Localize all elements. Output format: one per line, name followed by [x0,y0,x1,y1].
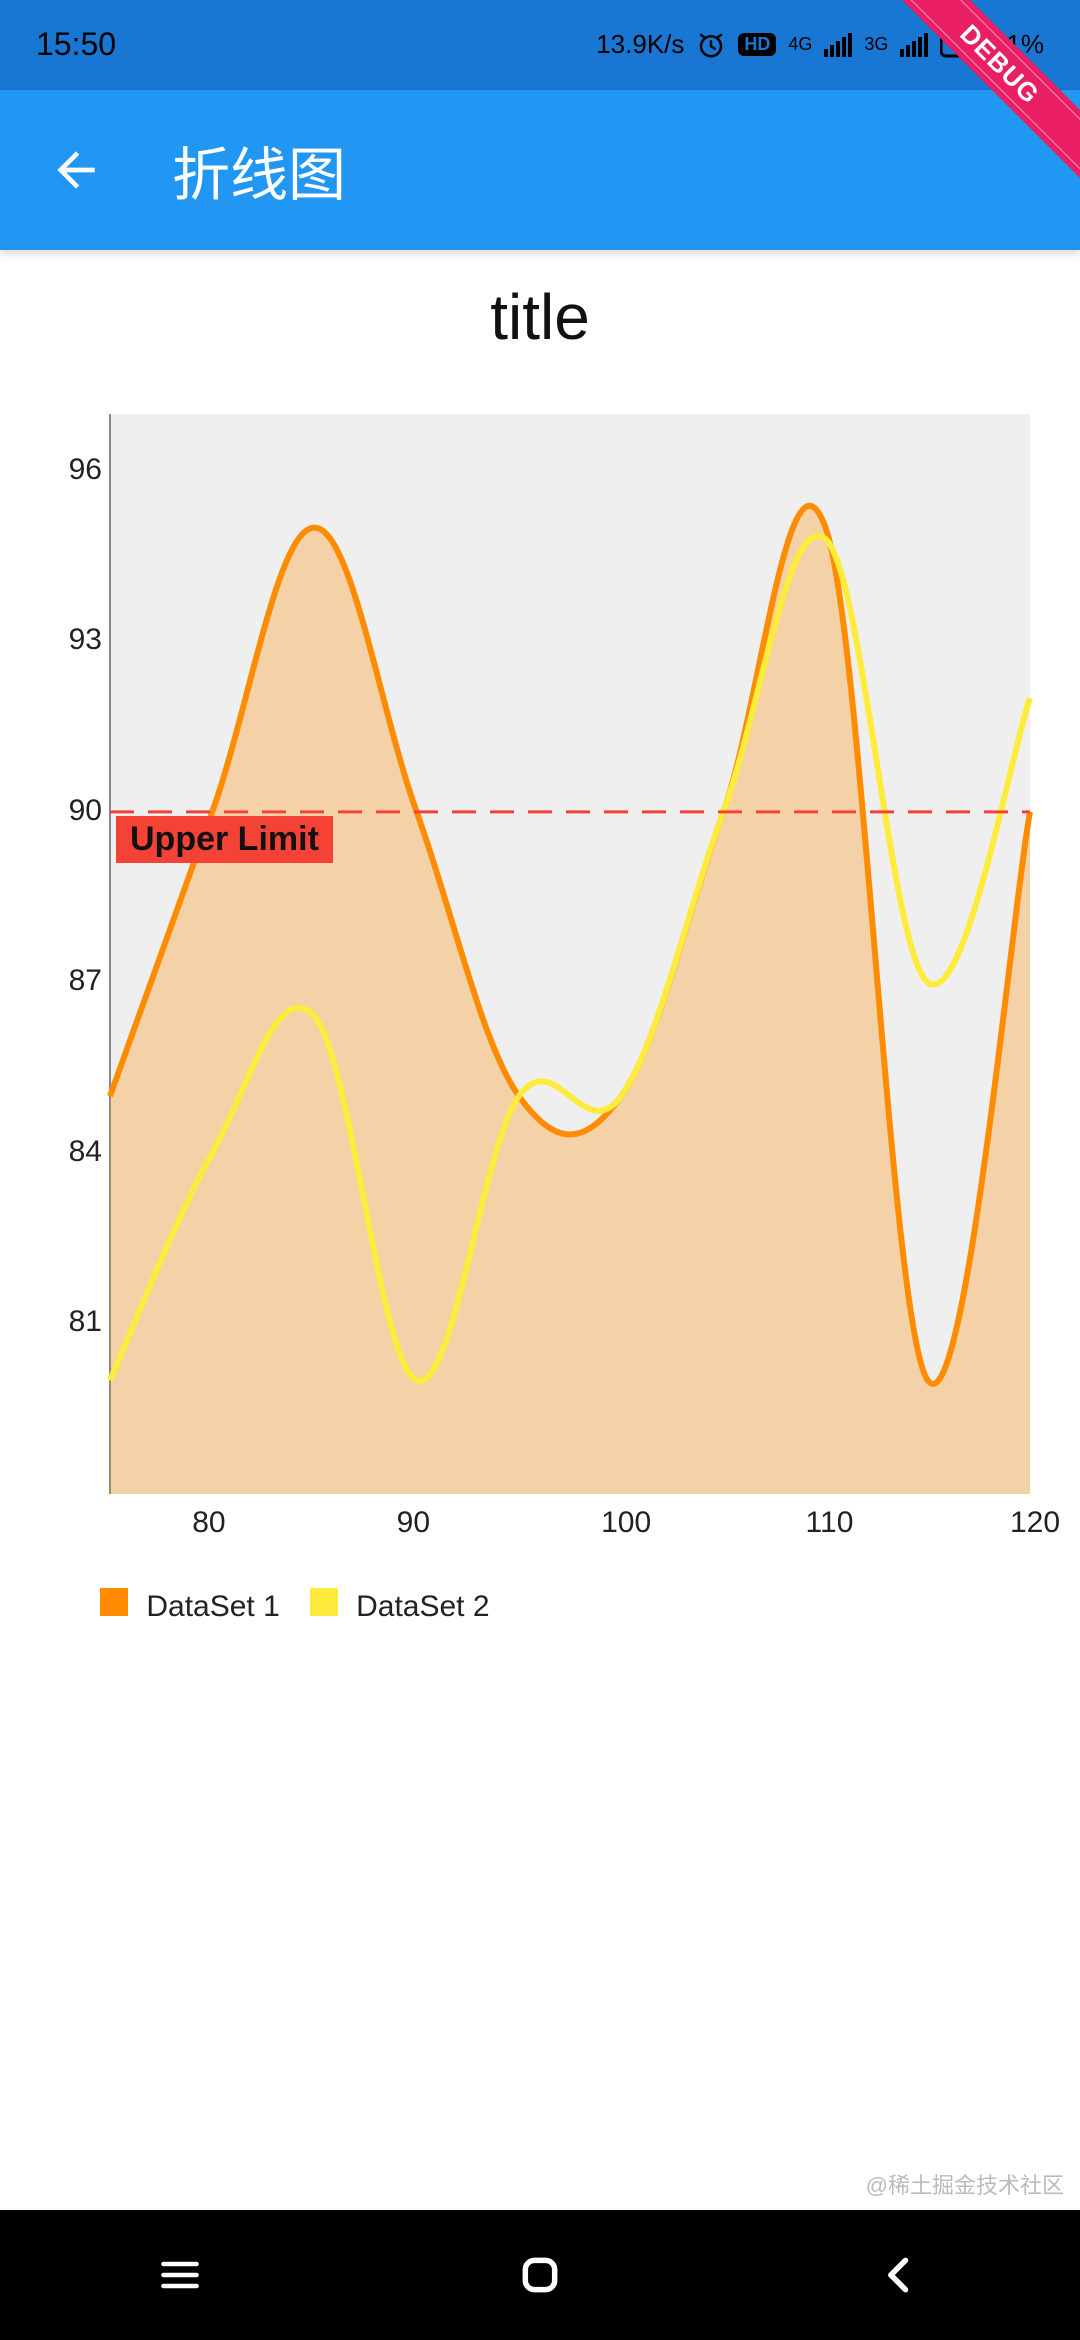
back-arrow-icon [48,142,104,198]
status-time: 15:50 [36,26,116,63]
x-tick-label: 100 [601,1506,651,1540]
legend-label-2: DataSet 2 [356,1590,489,1623]
nav-recent-button[interactable] [150,2245,210,2305]
network-3g-label: 3G [864,34,888,55]
chart-title: title [0,270,1080,414]
x-tick-label: 110 [806,1506,854,1540]
legend-swatch-2-icon [310,1588,338,1616]
app-bar: 折线图 [0,90,1080,250]
chart-container: title 81 84 87 90 93 96 80 90 100 110 120 Upper Lim… [0,250,1080,1624]
navigation-bar [0,2210,1080,2340]
watermark: @稀土掘金技术社区 [866,2168,1064,2200]
recent-icon [158,2253,202,2297]
legend-label-1: DataSet 1 [146,1590,279,1623]
alarm-icon [696,30,726,60]
status-bar: 15:50 13.9K/s HD 4G 3G 1% [0,0,1080,90]
y-tick-label: 84 [69,1135,102,1169]
net-speed: 13.9K/s [596,29,684,60]
limit-line-label: Upper Limit [116,816,333,863]
signal-3g-icon [900,33,928,57]
y-tick-label: 87 [69,964,102,998]
nav-back-button[interactable] [870,2245,930,2305]
home-icon [518,2253,562,2297]
hd-badge-icon: HD [738,33,776,56]
legend-item-2: DataSet 2 [310,1588,490,1624]
y-tick-label: 81 [69,1305,102,1339]
signal-4g-icon [824,33,852,57]
battery-percent: 1% [1006,29,1044,60]
legend-swatch-1-icon [100,1588,128,1616]
status-right: 13.9K/s HD 4G 3G 1% [596,29,1044,60]
app-bar-title: 折线图 [172,128,346,212]
nav-home-button[interactable] [510,2245,570,2305]
y-tick-label: 93 [69,623,102,657]
back-button[interactable] [40,134,112,206]
legend-item-1: DataSet 1 [100,1588,280,1624]
chart-plot-area[interactable]: 8184879093968090100110120Upper Limit [40,414,1040,1574]
battery-icon [940,31,994,59]
x-tick-label: 90 [397,1506,430,1540]
x-tick-label: 80 [192,1506,225,1540]
network-4g-label: 4G [788,34,812,55]
nav-back-icon [878,2253,922,2297]
chart-legend: DataSet 1 DataSet 2 [0,1574,1080,1624]
x-tick-label: 120 [1010,1506,1060,1540]
y-tick-label: 96 [69,453,102,487]
y-tick-label: 90 [69,794,102,828]
